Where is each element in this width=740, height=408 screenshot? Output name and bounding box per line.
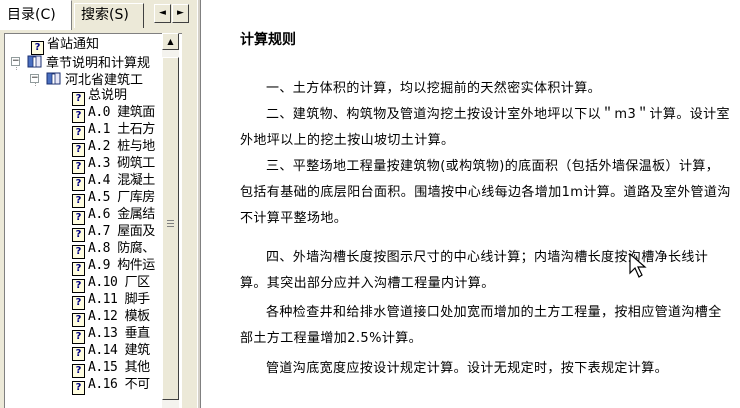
tree-item-a7[interactable]: ? A.7 屋面及 bbox=[72, 223, 155, 242]
tree-item-a5[interactable]: ? A.5 厂库房 bbox=[72, 189, 155, 208]
triangle-right-icon: ► bbox=[177, 8, 184, 18]
tree-scrollbar[interactable]: ▲ bbox=[162, 33, 179, 408]
tree-item-a0[interactable]: ? A.0 建筑面 bbox=[72, 104, 155, 123]
collapse-toggle[interactable]: − bbox=[30, 74, 39, 83]
triangle-up-icon: ▲ bbox=[167, 37, 174, 46]
scroll-thumb[interactable] bbox=[162, 57, 179, 400]
tree-item-a2[interactable]: ? A.2 桩与地 bbox=[72, 138, 155, 157]
tree-item-a4[interactable]: ? A.4 混凝土 bbox=[72, 172, 155, 191]
document-pane: 计算规则 一、土方体积的计算，均以挖掘前的天然密实体积计算。 二、建筑物、构筑物… bbox=[201, 0, 740, 408]
tree-item-notice[interactable]: ? 省站通知 bbox=[31, 36, 99, 55]
tab-contents[interactable]: 目录(C) bbox=[0, 0, 72, 30]
tree-item-a14[interactable]: ? A.14 建筑 bbox=[72, 342, 150, 361]
tree-item-a8[interactable]: ? A.8 防腐、 bbox=[72, 240, 155, 259]
page-title: 计算规则 bbox=[240, 32, 296, 48]
tree-item-a6[interactable]: ? A.6 金属结 bbox=[72, 206, 155, 225]
paragraph-5: 各种检查井和给排水管道接口处加宽而增加的土方工程量，按相应管道沟槽全部土方工程量… bbox=[240, 305, 722, 346]
triangle-left-icon: ◄ bbox=[159, 8, 166, 18]
tree-item-general[interactable]: ? 总说明 bbox=[72, 87, 127, 106]
paragraph-6: 管道沟底宽度应按设计规定计算。设计无规定时，按下表规定计算。 bbox=[266, 361, 669, 376]
help-page-icon: ? bbox=[72, 381, 85, 395]
tree-item-chapter-notes[interactable]: 章节说明和计算规 bbox=[27, 53, 150, 71]
tree-item-a11[interactable]: ? A.11 脚手 bbox=[72, 291, 150, 310]
paragraph-2: 二、建筑物、构筑物及管道沟挖土按设计室外地坪以下以＂m3＂计算。设计室外地坪以上… bbox=[240, 107, 730, 148]
tree-item-a3[interactable]: ? A.3 砌筑工 bbox=[72, 155, 155, 174]
tree-item-hebei-building[interactable]: 河北省建筑工 bbox=[46, 70, 143, 88]
collapse-toggle[interactable]: − bbox=[11, 57, 20, 66]
nav-tabbar: 搜索(S) 目录(C) ◄ ► bbox=[0, 0, 197, 30]
navigation-pane: 搜索(S) 目录(C) ◄ ► ? 省站通知 − 章节说明和计算规 − 河北省建… bbox=[0, 0, 197, 408]
tab-scroll-left-button[interactable]: ◄ bbox=[154, 4, 171, 23]
paragraph-4: 四、外墙沟槽长度按图示尺寸的中心线计算；内墙沟槽长度按沟槽净长线计算。其突出部分… bbox=[240, 250, 709, 291]
paragraph-1: 一、土方体积的计算，均以挖掘前的天然密实体积计算。 bbox=[266, 81, 602, 96]
tree-item-a10[interactable]: ? A.10 厂区 bbox=[72, 274, 150, 293]
tree-item-a13[interactable]: ? A.13 垂直 bbox=[72, 325, 150, 344]
contents-tree: ? 省站通知 − 章节说明和计算规 − 河北省建筑工 ? 总说明 ? A.0 建筑面 … bbox=[4, 33, 182, 408]
tree-item-a16[interactable]: ? A.16 不可 bbox=[72, 376, 150, 395]
tab-scroll-right-button[interactable]: ► bbox=[172, 4, 189, 23]
tree-item-a12[interactable]: ? A.12 模板 bbox=[72, 308, 150, 327]
tree-item-a15[interactable]: ? A.15 其他 bbox=[72, 359, 150, 378]
mouse-cursor-icon bbox=[629, 253, 647, 278]
book-icon bbox=[46, 72, 61, 85]
tree-item-a9[interactable]: ? A.9 构件运 bbox=[72, 257, 155, 276]
tree-item-a1[interactable]: ? A.1 土石方 bbox=[72, 121, 155, 140]
book-icon bbox=[27, 55, 42, 68]
paragraph-3: 三、平整场地工程量按建筑物(或构筑物)的底面积（包括外墙保温板）计算，包括有基础… bbox=[240, 159, 731, 226]
scroll-up-button[interactable]: ▲ bbox=[162, 33, 179, 50]
tab-search[interactable]: 搜索(S) bbox=[74, 3, 144, 28]
